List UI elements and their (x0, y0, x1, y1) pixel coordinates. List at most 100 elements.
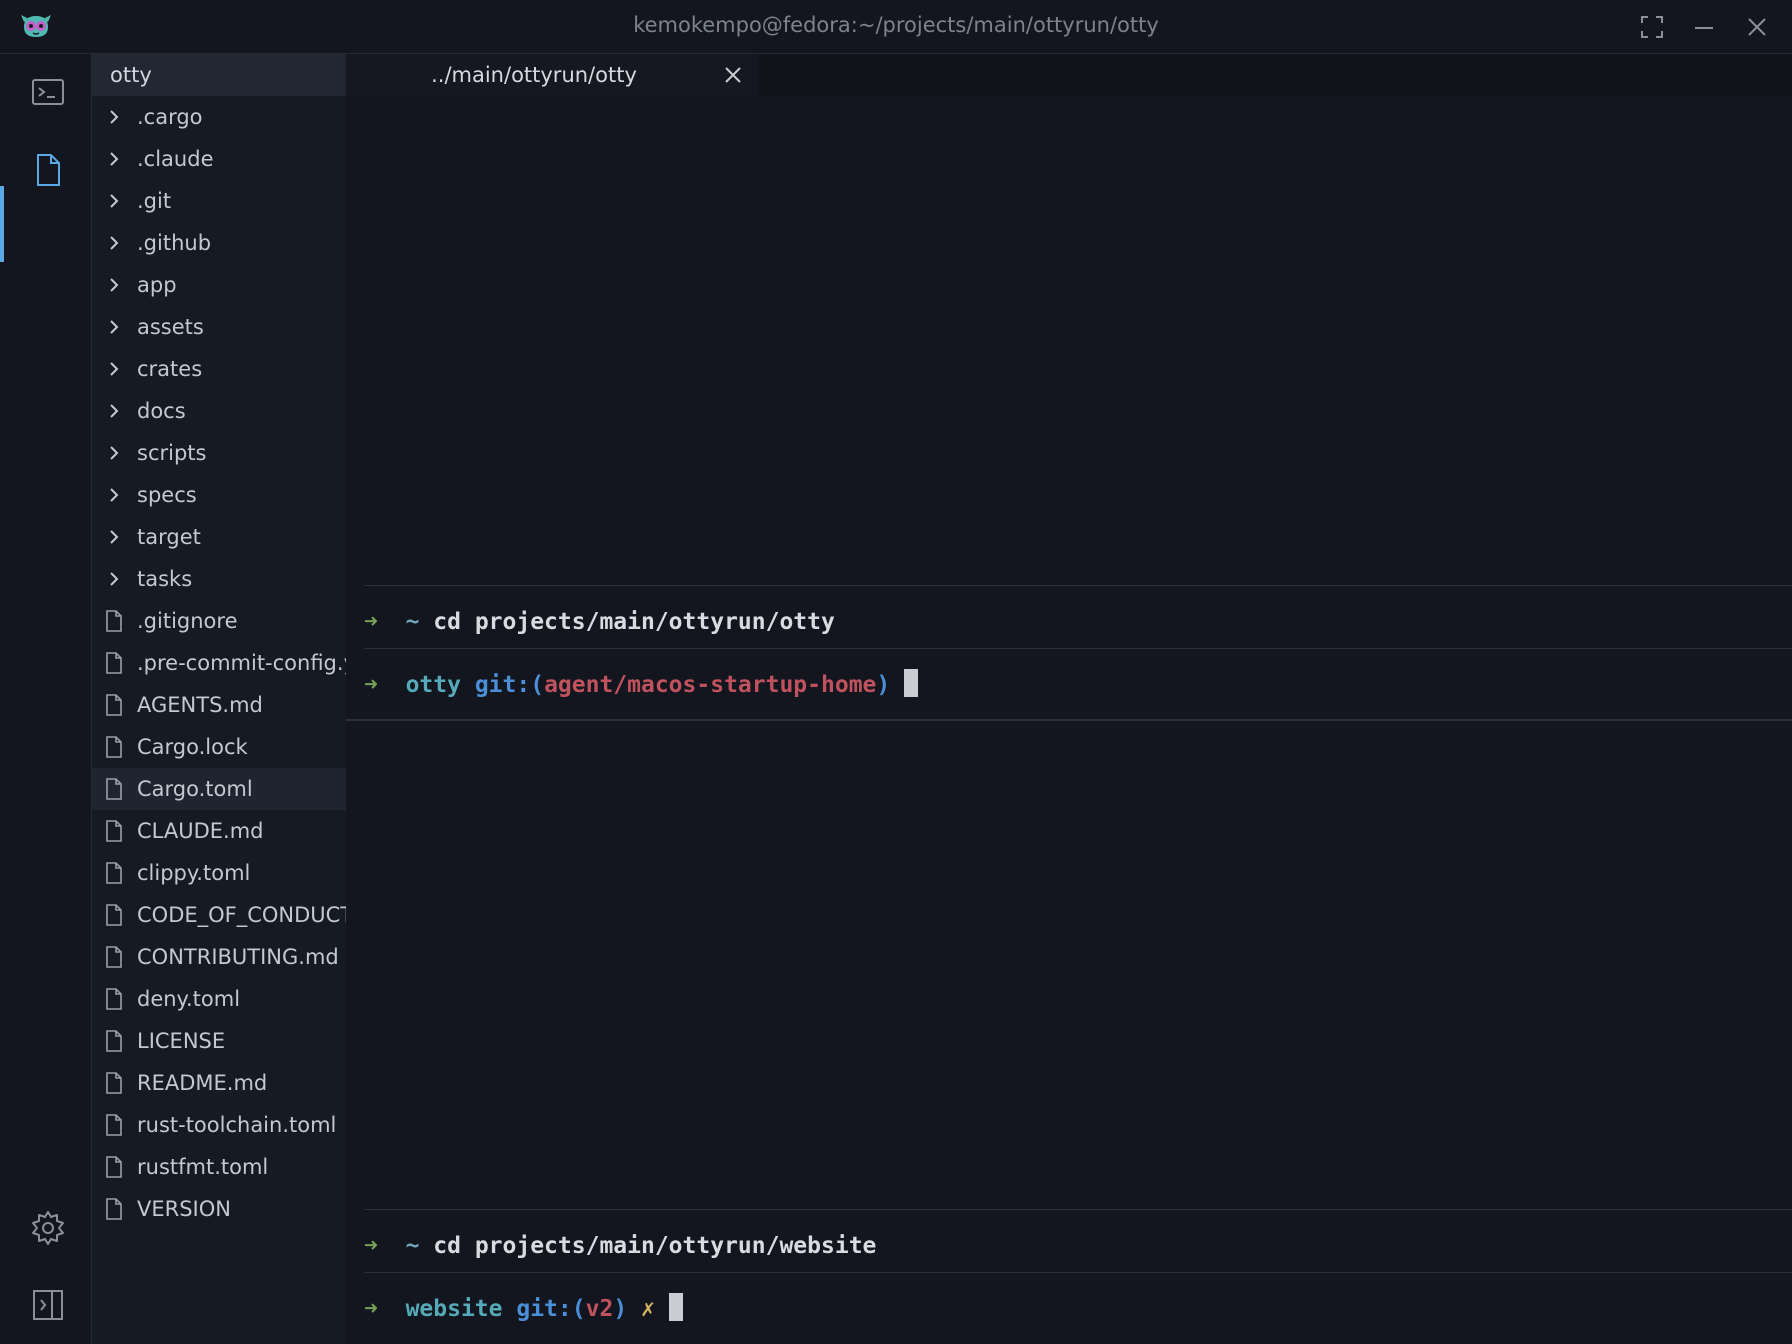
folder-item[interactable]: .cargo (92, 96, 346, 138)
tab-label: ../main/ottyrun/otty (431, 63, 637, 87)
folder-label: crates (137, 357, 203, 381)
sidebar-toggle-icon (33, 1290, 63, 1320)
file-item[interactable]: Cargo.lock (92, 726, 346, 768)
settings-button[interactable] (28, 1208, 68, 1248)
prompt-arrow: ➜ (364, 1233, 378, 1259)
chevron-right-icon (102, 357, 126, 381)
chevron-right-icon (102, 147, 126, 171)
file-item[interactable]: CLAUDE.md (92, 810, 346, 852)
file-item[interactable]: Cargo.toml (92, 768, 346, 810)
file-label: VERSION (137, 1197, 231, 1221)
folder-item[interactable]: app (92, 264, 346, 306)
minimize-button[interactable] (1689, 12, 1719, 42)
file-item[interactable]: CODE_OF_CONDUCT.md (92, 894, 346, 936)
git-label: git:( (474, 672, 545, 698)
file-item[interactable]: rust-toolchain.toml (92, 1104, 346, 1146)
prompt-dir: website (405, 1296, 503, 1322)
prompt-dir: otty (405, 672, 461, 698)
fullscreen-button[interactable] (1637, 12, 1667, 42)
command-line: ➜ ~ cd projects/main/ottyrun/website (364, 1226, 876, 1266)
file-label: README.md (137, 1071, 268, 1095)
file-label: Cargo.lock (137, 735, 248, 759)
folder-label: .cargo (137, 105, 203, 129)
folder-item[interactable]: target (92, 516, 346, 558)
folder-label: specs (137, 483, 197, 507)
command-text: cd projects/main/ottyrun/otty (433, 609, 835, 635)
folder-item[interactable]: specs (92, 474, 346, 516)
file-icon (102, 861, 126, 885)
file-item[interactable]: .gitignore (92, 600, 346, 642)
file-icon (102, 735, 126, 759)
folder-label: tasks (137, 567, 193, 591)
file-icon (102, 609, 126, 633)
block-divider (364, 648, 1792, 649)
file-label: CODE_OF_CONDUCT.md (137, 903, 346, 927)
folder-label: .claude (137, 147, 214, 171)
prompt-line[interactable]: ➜ otty git:(agent/macos-startup-home) (364, 665, 919, 705)
tab-otty[interactable]: ../main/ottyrun/otty (346, 54, 758, 96)
file-label: Cargo.toml (137, 777, 253, 801)
folder-item[interactable]: docs (92, 390, 346, 432)
folder-label: target (137, 525, 201, 549)
file-item[interactable]: VERSION (92, 1188, 346, 1230)
file-icon (102, 1071, 126, 1095)
folder-label: app (137, 273, 177, 297)
folder-item[interactable]: assets (92, 306, 346, 348)
file-icon (102, 693, 126, 717)
prompt-line[interactable]: ➜ website git:(v2) ✗ (364, 1289, 683, 1329)
prompt-arrow: ➜ (364, 672, 378, 698)
file-item[interactable]: README.md (92, 1062, 346, 1104)
file-item[interactable]: LICENSE (92, 1020, 346, 1062)
terminal-view-button[interactable] (28, 72, 68, 112)
close-icon (1748, 18, 1766, 36)
chevron-right-icon (102, 189, 126, 213)
file-icon (102, 945, 126, 969)
folder-item[interactable]: .claude (92, 138, 346, 180)
chevron-right-icon (102, 567, 126, 591)
prompt-cwd: ~ (405, 1233, 420, 1259)
git-branch: agent/macos-startup-home (544, 672, 877, 698)
close-icon (725, 67, 741, 83)
window-title: kemokempo@fedora:~/projects/main/ottyrun… (633, 13, 1159, 37)
tab-close-button[interactable] (721, 63, 745, 87)
file-icon (102, 987, 126, 1011)
file-icon (102, 903, 126, 927)
file-item[interactable]: .pre-commit-config.yaml (92, 642, 346, 684)
file-label: LICENSE (137, 1029, 226, 1053)
folder-item[interactable]: .git (92, 180, 346, 222)
folder-item[interactable]: scripts (92, 432, 346, 474)
title-bar: kemokempo@fedora:~/projects/main/ottyrun… (0, 0, 1792, 54)
tab-bar: ../main/ottyrun/otty (346, 54, 1792, 96)
pane-divider[interactable] (346, 719, 1792, 721)
file-label: CONTRIBUTING.md (137, 945, 339, 969)
activity-bar (0, 54, 92, 1344)
file-label: AGENTS.md (137, 693, 263, 717)
chevron-right-icon (102, 231, 126, 255)
block-divider (364, 1209, 1792, 1210)
fullscreen-icon (1641, 16, 1663, 38)
file-item[interactable]: clippy.toml (92, 852, 346, 894)
file-label: .pre-commit-config.yaml (137, 651, 346, 675)
file-label: .gitignore (137, 609, 238, 633)
explorer-root-title: otty (92, 54, 346, 96)
file-item[interactable]: CONTRIBUTING.md (92, 936, 346, 978)
git-dirty-marker: ✗ (641, 1296, 655, 1322)
text-cursor (668, 1293, 683, 1321)
file-icon (102, 1113, 126, 1137)
active-indicator (0, 186, 4, 262)
file-item[interactable]: rustfmt.toml (92, 1146, 346, 1188)
file-item[interactable]: deny.toml (92, 978, 346, 1020)
git-branch: v2 (585, 1296, 614, 1322)
git-label-close: ) (876, 672, 891, 698)
explorer-view-button[interactable] (28, 150, 68, 190)
toggle-sidebar-button[interactable] (28, 1285, 68, 1325)
file-tree: .cargo .claude .git .github app assets crates d… (92, 96, 346, 1230)
close-window-button[interactable] (1742, 12, 1772, 42)
folder-label: .git (137, 189, 172, 213)
folder-item[interactable]: crates (92, 348, 346, 390)
folder-item[interactable]: tasks (92, 558, 346, 600)
folder-item[interactable]: .github (92, 222, 346, 264)
file-item[interactable]: AGENTS.md (92, 684, 346, 726)
file-label: clippy.toml (137, 861, 251, 885)
block-divider (364, 1272, 1792, 1273)
